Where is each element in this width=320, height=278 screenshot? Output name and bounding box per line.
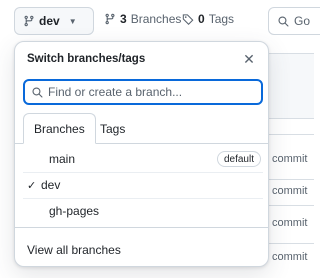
caret-down-icon: ▼	[68, 16, 77, 26]
tags-count: 0	[198, 12, 205, 26]
branch-item-dev[interactable]: ✓ dev	[23, 173, 263, 197]
repo-toolbar: dev ▼ 3 Branches 0 Tags Go	[0, 0, 320, 40]
default-badge: default	[216, 151, 261, 167]
branch-switcher-dropdown: Switch branches/tags ✕ Branches Tags mai…	[14, 41, 269, 267]
tag-icon	[182, 14, 194, 25]
close-icon[interactable]: ✕	[240, 50, 258, 68]
branches-count: 3	[120, 12, 127, 26]
commit-link[interactable]: commit	[272, 251, 307, 263]
git-branch-icon	[105, 13, 115, 25]
go-to-file-input[interactable]: Go	[268, 7, 320, 35]
branch-item-gh-pages[interactable]: gh-pages	[23, 199, 263, 223]
branch-tag-tabs: Branches Tags	[15, 113, 268, 144]
branch-name: dev	[41, 178, 61, 192]
branch-select-button[interactable]: dev ▼	[14, 7, 94, 35]
footer-divider	[15, 227, 268, 228]
branches-label: Branches	[130, 12, 182, 26]
tags-label: Tags	[208, 12, 235, 26]
view-all-branches-link[interactable]: View all branches	[27, 243, 121, 257]
commit-link[interactable]: commit	[272, 217, 307, 229]
tags-count-link[interactable]: 0 Tags	[182, 12, 234, 26]
search-icon	[32, 86, 43, 98]
git-branch-icon	[24, 15, 34, 27]
branch-name: main	[49, 152, 76, 166]
tab-tags[interactable]: Tags	[90, 113, 135, 144]
current-branch-label: dev	[39, 14, 60, 28]
dropdown-header: Switch branches/tags ✕	[15, 42, 268, 78]
commit-link[interactable]: commit	[272, 185, 307, 197]
go-to-file-placeholder: Go	[294, 14, 311, 28]
branch-item-main[interactable]: main default	[23, 147, 263, 171]
search-icon	[278, 15, 289, 27]
branches-count-link[interactable]: 3 Branches	[104, 12, 181, 26]
branch-search-field[interactable]	[23, 79, 263, 105]
dropdown-title: Switch branches/tags	[27, 53, 146, 65]
commit-link[interactable]: commit	[272, 153, 307, 165]
branch-search-input[interactable]	[48, 85, 248, 99]
branch-name: gh-pages	[49, 204, 100, 218]
tab-branches[interactable]: Branches	[23, 113, 96, 144]
file-table-header	[268, 53, 314, 119]
check-icon: ✓	[27, 179, 37, 192]
